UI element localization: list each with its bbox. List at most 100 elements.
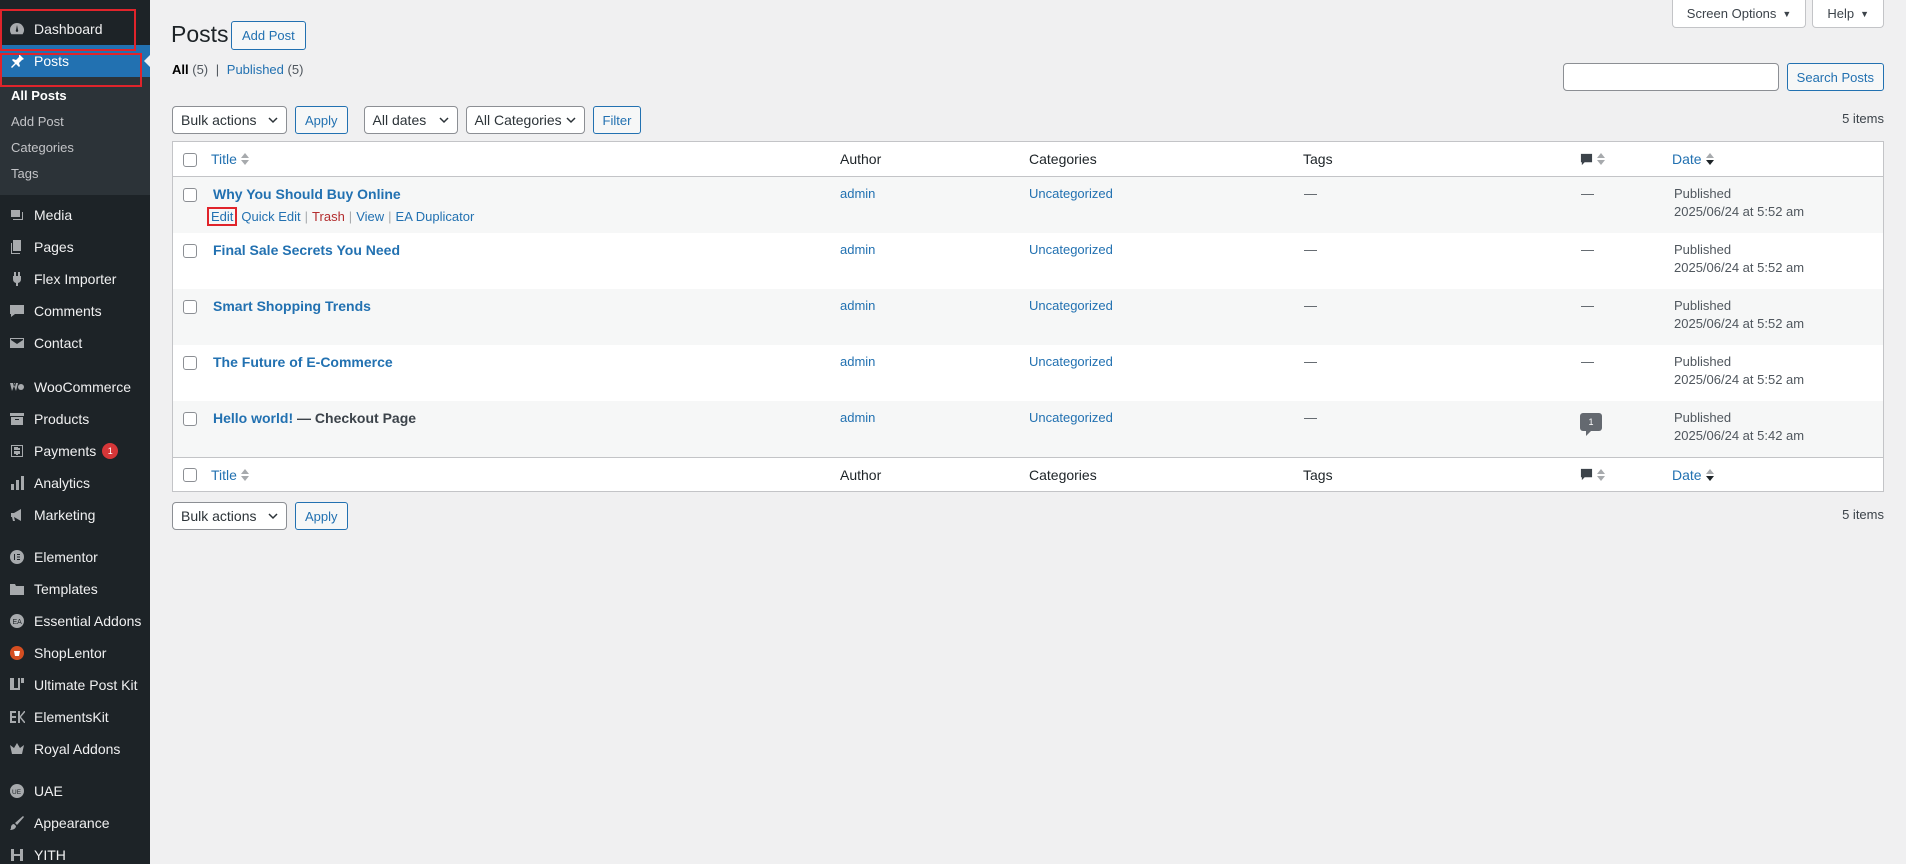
add-post-button[interactable]: Add Post <box>231 21 306 50</box>
sort-title-footer[interactable]: Title <box>211 467 249 483</box>
table-body: Why You Should Buy Online Edit Quick Edi… <box>173 177 1883 457</box>
sidebar-item-yith[interactable]: YITH <box>0 839 150 864</box>
sort-date-footer[interactable]: Date <box>1672 467 1714 483</box>
post-date: 2025/06/24 at 5:52 am <box>1674 316 1805 331</box>
sidebar-item-pages[interactable]: Pages <box>0 231 150 263</box>
filter-button[interactable]: Filter <box>592 106 642 134</box>
submenu-all-posts[interactable]: All Posts <box>0 83 150 109</box>
sort-comments-header[interactable] <box>1580 153 1605 166</box>
row-checkbox[interactable] <box>183 188 197 202</box>
comment-icon <box>1580 468 1593 481</box>
sidebar-item-contact[interactable]: Contact <box>0 327 150 359</box>
sidebar-item-label: Appearance <box>34 815 110 831</box>
sidebar-item-comments[interactable]: Comments <box>0 295 150 327</box>
post-title-link[interactable]: Why You Should Buy Online <box>213 186 401 202</box>
comments-value: — <box>1581 354 1594 369</box>
sidebar-item-media[interactable]: Media <box>0 199 150 231</box>
sidebar-item-dashboard[interactable]: Dashboard <box>0 13 150 45</box>
sidebar-item-analytics[interactable]: Analytics <box>0 467 150 499</box>
sidebar-item-shoplentor[interactable]: ShopLentor <box>0 637 150 669</box>
view-all-link[interactable]: All <box>172 62 189 77</box>
date-cell: Published 2025/06/24 at 5:52 am <box>1674 353 1804 389</box>
sidebar-item-uae[interactable]: UE UAE <box>0 775 150 807</box>
categories-filter-select[interactable]: All Categories <box>465 106 585 134</box>
apply-button-bottom[interactable]: Apply <box>295 502 348 530</box>
post-title-link[interactable]: Hello world! <box>213 410 293 426</box>
sidebar-item-label: Flex Importer <box>34 271 117 287</box>
sidebar-item-label: Pages <box>34 239 74 255</box>
view-published-link[interactable]: Published <box>227 62 284 77</box>
post-title-link[interactable]: Smart Shopping Trends <box>213 298 371 314</box>
sort-title-header[interactable]: Title <box>211 151 249 167</box>
row-checkbox[interactable] <box>183 300 197 314</box>
author-link[interactable]: admin <box>840 354 875 369</box>
submenu-add-post[interactable]: Add Post <box>0 109 150 135</box>
chevron-down-icon <box>566 117 576 124</box>
ea-duplicator-link[interactable]: EA Duplicator <box>396 209 475 224</box>
sidebar-item-marketing[interactable]: Marketing <box>0 499 150 531</box>
quick-edit-link[interactable]: Quick Edit <box>241 209 300 224</box>
sort-date-header[interactable]: Date <box>1672 151 1714 167</box>
sidebar-item-label: Posts <box>34 53 70 69</box>
select-all-checkbox-footer[interactable] <box>183 468 197 482</box>
submenu-tags[interactable]: Tags <box>0 161 150 187</box>
bulk-actions-value: Bulk actions <box>181 112 257 128</box>
caret-down-icon: ▼ <box>1860 8 1869 19</box>
sidebar-item-ultimate-post-kit[interactable]: Ultimate Post Kit <box>0 669 150 701</box>
comment-count-bubble[interactable]: 1 <box>1580 413 1602 436</box>
svg-text:EA: EA <box>13 619 23 626</box>
categories-column-label: Categories <box>1029 466 1097 483</box>
post-title-cell: Final Sale Secrets You Need <box>213 242 400 258</box>
sidebar-item-posts[interactable]: Posts <box>0 45 150 77</box>
category-link[interactable]: Uncategorized <box>1029 298 1113 313</box>
author-link[interactable]: admin <box>840 298 875 313</box>
submenu-categories[interactable]: Categories <box>0 135 150 161</box>
dates-filter-select[interactable]: All dates <box>363 106 458 134</box>
category-link[interactable]: Uncategorized <box>1029 354 1113 369</box>
sort-arrows-icon <box>1597 153 1605 165</box>
payments-count-badge: 1 <box>102 443 119 459</box>
sidebar-item-templates[interactable]: Templates <box>0 573 150 605</box>
sort-comments-footer[interactable] <box>1580 468 1605 481</box>
view-link[interactable]: View <box>356 209 384 224</box>
sidebar-item-royal-addons[interactable]: Royal Addons <box>0 733 150 765</box>
category-link[interactable]: Uncategorized <box>1029 410 1113 425</box>
ea-icon: EA <box>8 612 26 630</box>
post-title-link[interactable]: Final Sale Secrets You Need <box>213 242 400 258</box>
search-input[interactable] <box>1562 63 1779 91</box>
author-link[interactable]: admin <box>840 186 875 201</box>
sidebar-item-woocommerce[interactable]: WooCommerce <box>0 371 150 403</box>
post-title-link[interactable]: The Future of E-Commerce <box>213 354 393 370</box>
bulk-actions-select[interactable]: Bulk actions <box>172 106 287 134</box>
post-date: 2025/06/24 at 5:52 am <box>1674 260 1805 275</box>
author-link[interactable]: admin <box>840 242 875 257</box>
apply-button[interactable]: Apply <box>295 106 348 134</box>
row-checkbox[interactable] <box>183 412 197 426</box>
date-cell: Published 2025/06/24 at 5:42 am <box>1674 409 1804 445</box>
menu-separator <box>0 765 150 775</box>
trash-link[interactable]: Trash <box>312 209 345 224</box>
bar-chart-icon <box>8 474 26 492</box>
sidebar-item-label: Products <box>34 411 90 427</box>
help-button[interactable]: Help ▼ <box>1812 0 1884 28</box>
row-checkbox[interactable] <box>183 356 197 370</box>
caret-down-icon: ▼ <box>1782 8 1792 19</box>
sidebar-item-elementskit[interactable]: ElementsKit <box>0 701 150 733</box>
search-posts-button[interactable]: Search Posts <box>1786 63 1884 91</box>
select-all-checkbox[interactable] <box>183 153 197 167</box>
sidebar-item-label: ShopLentor <box>34 645 107 661</box>
screen-options-button[interactable]: Screen Options ▼ <box>1671 0 1807 28</box>
sidebar-item-label: UAE <box>34 783 63 799</box>
category-link[interactable]: Uncategorized <box>1029 186 1113 201</box>
category-link[interactable]: Uncategorized <box>1029 242 1113 257</box>
sidebar-item-elementor[interactable]: Elementor <box>0 541 150 573</box>
author-link[interactable]: admin <box>840 410 875 425</box>
bulk-actions-select-bottom[interactable]: Bulk actions <box>172 502 287 530</box>
sidebar-item-payments[interactable]: Payments 1 <box>0 435 150 467</box>
row-checkbox[interactable] <box>183 244 197 258</box>
sidebar-item-appearance[interactable]: Appearance <box>0 807 150 839</box>
sidebar-item-essential-addons[interactable]: EA Essential Addons <box>0 605 150 637</box>
sidebar-item-flex-importer[interactable]: Flex Importer <box>0 263 150 295</box>
edit-link[interactable]: Edit <box>207 207 238 226</box>
sidebar-item-products[interactable]: Products <box>0 403 150 435</box>
